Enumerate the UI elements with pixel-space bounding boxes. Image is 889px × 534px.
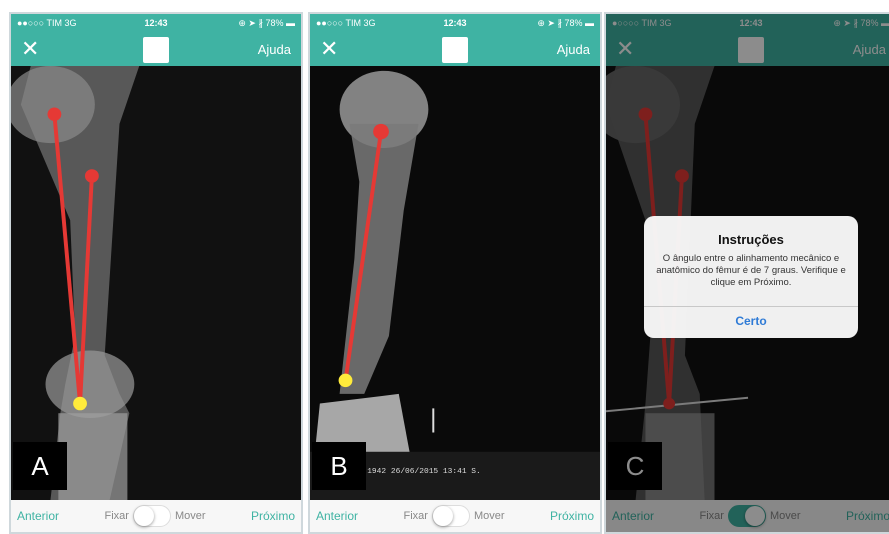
nav-bar: ✕ Ajuda bbox=[310, 32, 600, 66]
point-handle[interactable] bbox=[47, 107, 62, 121]
move-label: Mover bbox=[473, 510, 505, 522]
instructions-alert: Instruções O ângulo entre o alinhamento … bbox=[644, 216, 858, 338]
next-button[interactable]: Próximo bbox=[550, 509, 594, 523]
fix-label: Fixar bbox=[403, 510, 428, 522]
clock: 12:43 bbox=[144, 18, 168, 28]
point-handle[interactable] bbox=[84, 169, 99, 183]
toggle-knob bbox=[133, 506, 154, 526]
phone-screen-b: ●●○○○ TIM 3G 12:43 ⊕ ➤ ∦ 78% ▬ ✕ Ajuda 1… bbox=[308, 12, 602, 534]
point-handle[interactable] bbox=[373, 123, 389, 140]
close-icon[interactable]: ✕ bbox=[320, 38, 344, 60]
xray-image[interactable]: 1942 26/06/2015 13:41 S. bbox=[310, 66, 600, 500]
film-stamp-text: 1942 26/06/2015 13:41 S. bbox=[367, 468, 481, 476]
help-button[interactable]: Ajuda bbox=[557, 42, 590, 57]
nav-bar: ✕ Ajuda bbox=[11, 32, 301, 66]
move-label: Mover bbox=[174, 510, 206, 522]
next-button[interactable]: Próximo bbox=[251, 509, 295, 523]
panel-label: A bbox=[13, 442, 67, 490]
alert-title: Instruções bbox=[718, 232, 784, 247]
status-bar: ●●○○○ TIM 3G 12:43 ⊕ ➤ ∦ 78% ▬ bbox=[11, 14, 301, 32]
point-handle[interactable] bbox=[73, 396, 87, 411]
bottom-toolbar: Anterior Fixar Mover Próximo bbox=[11, 500, 301, 532]
phone-screen-a: ●●○○○ TIM 3G 12:43 ⊕ ➤ ∦ 78% ▬ ✕ Ajuda A… bbox=[9, 12, 303, 534]
phone-screen-c: ●○○○○ TIM 3G 12:43 ⊕ ➤ ∦ 78% ▬ ✕ Ajuda C… bbox=[604, 12, 889, 534]
toggle-knob bbox=[432, 506, 453, 526]
bone-logo-icon bbox=[143, 37, 169, 63]
point-handle[interactable] bbox=[338, 373, 353, 388]
close-icon[interactable]: ✕ bbox=[21, 38, 45, 60]
previous-button[interactable]: Anterior bbox=[17, 509, 59, 523]
help-button[interactable]: Ajuda bbox=[258, 42, 291, 57]
panel-label: B bbox=[312, 442, 366, 490]
alert-divider bbox=[644, 306, 858, 307]
alert-message: O ângulo entre o alinhamento mecânico e … bbox=[656, 253, 846, 288]
fix-label: Fixar bbox=[104, 510, 129, 522]
fix-move-toggle[interactable] bbox=[431, 505, 470, 527]
clock: 12:43 bbox=[443, 18, 467, 28]
status-bar: ●●○○○ TIM 3G 12:43 ⊕ ➤ ∦ 78% ▬ bbox=[310, 14, 600, 32]
previous-button[interactable]: Anterior bbox=[316, 509, 358, 523]
fix-move-toggle[interactable] bbox=[132, 505, 171, 527]
confirm-button[interactable]: Certo bbox=[644, 314, 858, 328]
xray-image[interactable] bbox=[11, 66, 301, 500]
bottom-toolbar: Anterior Fixar Mover Próximo bbox=[310, 500, 600, 532]
bone-logo-icon bbox=[442, 37, 468, 63]
